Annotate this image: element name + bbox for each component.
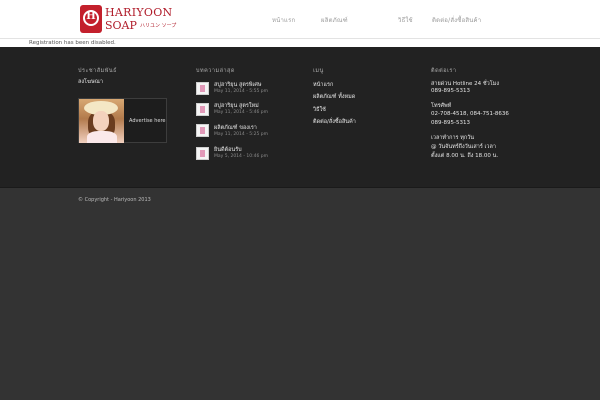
post-title[interactable]: สบู่ฮาริยุน สูตรพิเศษ [214,81,261,89]
nav-item-how-to-use[interactable]: วิธีใช้ [398,15,413,25]
logo-badge-icon: H [80,5,102,33]
site-header: H HARIYOON SOAP ハリユン ソープ หน้าแรก ผลิตภัณ… [0,0,600,39]
logo-text-soap: SOAP [105,19,137,32]
footer-title-pr: ประชาสัมพันธ์ [78,68,117,74]
phone-number-2: 089-895-5313 [431,120,470,126]
nav-item-home[interactable]: หน้าแรก [272,15,295,25]
footer-menu-how-to-use[interactable]: วิธีใช้ [313,106,326,114]
logo-subtext: ハリユン ソープ [140,23,177,29]
post-thumbnail[interactable] [196,147,209,160]
footer-title-contact: ติดต่อเรา [431,68,457,74]
advertise-banner[interactable]: Advertise here [78,98,167,143]
post-date: May 5, 2014 - 10:46 pm [214,154,269,159]
post-title[interactable]: ผลิตภัณฑ์ ของเรา [214,124,257,132]
site-logo[interactable]: H HARIYOON SOAP ハリユン ソープ [80,4,176,35]
nav-item-products[interactable]: ผลิตภัณฑ์ [321,15,348,25]
hours-label: เวลาทำการ ทุกวัน [431,135,475,141]
advertise-here-label: Advertise here [129,118,166,124]
hotline-label: สายด่วน Hotline 24 ชั่วโมง [431,81,500,87]
copyright-text: © Copyright - Hariyoon 2013 [78,197,151,203]
phone-numbers: 02-708-4518, 084-751-8636 [431,111,509,117]
post-title[interactable]: ยินดีต้อนรับ [214,146,242,154]
post-thumbnail[interactable] [196,82,209,95]
advertise-photo [79,99,124,143]
hotline-number: 089-895-5313 [431,88,470,94]
footer-menu-home[interactable]: หน้าแรก [313,81,333,89]
post-thumbnail[interactable] [196,124,209,137]
advertise-link[interactable]: ลงโฆษณา [78,78,103,86]
registration-notice: Registration has been disabled. [29,40,116,46]
footer-title-menu: เมนู [313,68,324,74]
footer-menu-products[interactable]: ผลิตภัณฑ์ ทั้งหมด [313,93,355,101]
post-date: May 11, 2014 - 5:46 pm [214,110,269,115]
logo-badge-letter: H [86,11,96,22]
hours-line-2: ตั้งแต่ 8.00 น. ถึง 18.00 น. [431,153,499,159]
footer-title-latest-posts: บทความล่าสุด [196,68,235,74]
post-thumbnail[interactable] [196,103,209,116]
hours-line-1: @ วันจันทร์ถึงวันเสาร์ เวลา [431,144,496,150]
nav-item-contact-order[interactable]: ติดต่อ/สั่งซื้อสินค้า [432,15,481,25]
phone-label: โทรศัพท์ [431,103,452,109]
footer-menu-contact[interactable]: ติดต่อ/สั่งซื้อสินค้า [313,118,356,126]
logo-text-hariyoon: HARIYOON [105,6,173,19]
post-title[interactable]: สบู่ฮาริยุน สูตรใหม่ [214,102,259,110]
post-date: May 11, 2014 - 5:55 pm [214,89,269,94]
post-date: May 11, 2014 - 5:25 pm [214,132,269,137]
